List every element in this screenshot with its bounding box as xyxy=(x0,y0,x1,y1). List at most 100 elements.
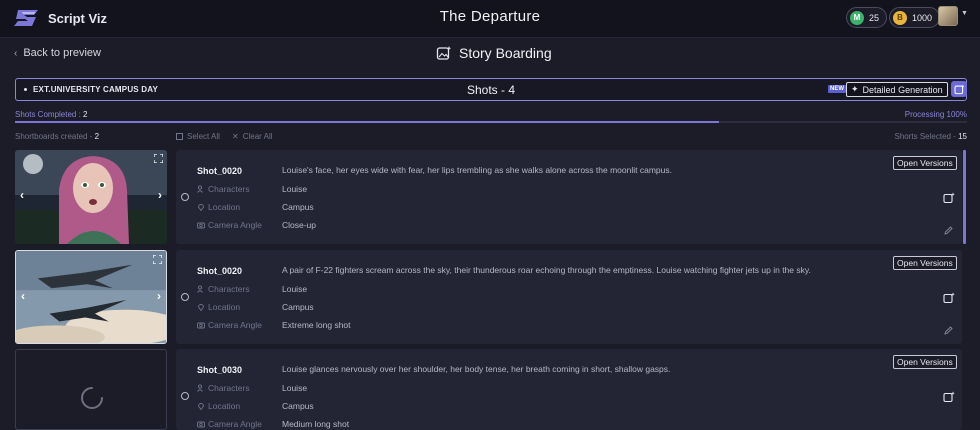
regenerate-image-icon[interactable] xyxy=(943,391,955,403)
characters-label-text: Characters xyxy=(208,383,250,393)
camera-icon xyxy=(197,421,205,428)
section-title: Story Boarding xyxy=(436,45,552,61)
open-versions-button[interactable]: Open Versions xyxy=(893,355,957,369)
camera-angle-label: Camera Angle xyxy=(197,220,262,230)
characters-value: Louise xyxy=(282,383,308,393)
scene-header[interactable]: EXT.UNIVERSITY CAMPUS DAY Shots - 4 NEW … xyxy=(15,78,967,101)
new-badge: NEW xyxy=(828,85,846,93)
gold-coin-icon: B xyxy=(893,10,907,25)
location-value: Campus xyxy=(282,401,314,411)
shot-select-radio[interactable] xyxy=(181,193,189,201)
shot-card[interactable]: Shot_0020 Louise's face, her eyes wide w… xyxy=(176,150,966,244)
select-all-label: Select All xyxy=(187,132,220,141)
location-label-text: Location xyxy=(208,202,241,212)
credit-value: 1000 xyxy=(912,12,933,23)
chevron-left-icon: ‹ xyxy=(14,47,18,59)
location-value: Campus xyxy=(282,202,314,212)
camera-icon xyxy=(197,322,205,329)
loading-spinner-icon xyxy=(81,387,103,409)
detailed-generation-button[interactable]: ✦ Detailed Generation xyxy=(846,82,948,97)
location-pin-icon xyxy=(198,204,204,211)
characters-value: Louise xyxy=(282,184,308,194)
shot-thumbnail[interactable]: ‹ › xyxy=(15,150,167,244)
section-title-text: Story Boarding xyxy=(459,45,552,61)
users-icon xyxy=(197,185,203,193)
shot-thumbnail[interactable]: ‹ › xyxy=(15,250,167,344)
camera-angle-value: Extreme long shot xyxy=(282,320,351,330)
shots-completed: Shots Completed : 2 xyxy=(15,110,88,119)
shots-completed-value: 2 xyxy=(83,110,88,119)
chevron-right-icon[interactable]: › xyxy=(158,188,162,202)
expand-icon[interactable] xyxy=(154,154,163,163)
camera-angle-value: Close-up xyxy=(282,220,317,230)
camera-angle-label: Camera Angle xyxy=(197,320,262,330)
m-coin-icon: M xyxy=(850,10,864,25)
select-all-button[interactable]: Select All xyxy=(176,132,220,141)
fighter-jets-image xyxy=(16,251,166,343)
girl-portrait-image xyxy=(15,150,167,244)
camera-icon xyxy=(197,222,205,229)
location-label: Location xyxy=(197,302,240,312)
credit-badge-m[interactable]: M 25 xyxy=(846,7,888,28)
shortboards-label: Shortboards created - xyxy=(15,132,93,141)
shots-completed-label: Shots Completed : xyxy=(15,110,81,119)
user-avatar[interactable] xyxy=(938,6,958,26)
shot-card[interactable]: Shot_0030 Louise glances nervously over … xyxy=(176,349,962,430)
scroll-indicator[interactable] xyxy=(963,150,966,244)
shortboards-created: Shortboards created - 2 xyxy=(15,132,99,141)
chevron-right-icon[interactable]: › xyxy=(157,289,161,303)
shorts-selected: Shorts Selected - 15 xyxy=(894,132,967,141)
close-icon: ✕ xyxy=(232,132,239,141)
shot-description: A pair of F-22 fighters scream across th… xyxy=(282,265,811,275)
camera-angle-label-text: Camera Angle xyxy=(208,320,262,330)
back-label: Back to preview xyxy=(23,47,101,59)
shorts-selected-value: 15 xyxy=(958,132,967,141)
regenerate-image-icon[interactable] xyxy=(943,292,955,304)
shot-id: Shot_0020 xyxy=(197,166,243,176)
open-versions-button[interactable]: Open Versions xyxy=(893,156,957,170)
characters-label: Characters xyxy=(197,383,250,393)
shot-select-radio[interactable] xyxy=(181,392,189,400)
location-pin-icon xyxy=(198,304,204,311)
chevron-left-icon[interactable]: ‹ xyxy=(21,289,25,303)
image-sparkle-icon xyxy=(954,84,964,94)
credit-badge-gold[interactable]: B 1000 xyxy=(889,7,941,28)
location-label: Location xyxy=(197,202,240,212)
camera-angle-label: Camera Angle xyxy=(197,419,262,429)
location-label: Location xyxy=(197,401,240,411)
shot-select-radio[interactable] xyxy=(181,293,189,301)
shorts-selected-label: Shorts Selected - xyxy=(894,132,956,141)
project-title: The Departure xyxy=(439,8,541,25)
shot-id: Shot_0030 xyxy=(197,365,243,375)
sparkle-icon: ✦ xyxy=(851,84,859,94)
location-value: Campus xyxy=(282,302,314,312)
chevron-down-icon[interactable]: ▼ xyxy=(961,10,968,17)
camera-angle-label-text: Camera Angle xyxy=(208,419,262,429)
expand-icon[interactable] xyxy=(153,255,162,264)
progress-fill xyxy=(15,121,720,123)
chevron-left-icon[interactable]: ‹ xyxy=(20,188,24,202)
shortboards-value: 2 xyxy=(94,132,100,141)
edit-icon[interactable] xyxy=(944,226,953,235)
camera-angle-label-text: Camera Angle xyxy=(208,220,262,230)
clear-all-button[interactable]: ✕ Clear All xyxy=(232,132,273,141)
checkbox-icon xyxy=(176,133,183,140)
progress-bar xyxy=(15,121,967,123)
characters-value: Louise xyxy=(282,284,308,294)
generate-image-button[interactable] xyxy=(951,81,967,97)
users-icon xyxy=(197,285,203,293)
users-icon xyxy=(197,384,203,392)
regenerate-image-icon[interactable] xyxy=(943,192,955,204)
back-to-preview-link[interactable]: ‹ Back to preview xyxy=(14,47,101,59)
credit-value: 25 xyxy=(869,12,880,23)
image-sparkle-icon xyxy=(436,46,452,60)
top-bar: Script Viz The Departure M 25 B 1000 ▼ xyxy=(0,0,980,38)
edit-icon[interactable] xyxy=(944,326,953,335)
detailed-generation-label: Detailed Generation xyxy=(862,84,943,95)
shot-id: Shot_0020 xyxy=(197,266,243,276)
open-versions-button[interactable]: Open Versions xyxy=(893,256,957,270)
shot-card[interactable]: Shot_0020 A pair of F-22 fighters scream… xyxy=(176,250,962,344)
processing-status: Processing 100% xyxy=(904,110,967,119)
characters-label: Characters xyxy=(197,184,250,194)
camera-angle-value: Medium long shot xyxy=(282,419,350,429)
